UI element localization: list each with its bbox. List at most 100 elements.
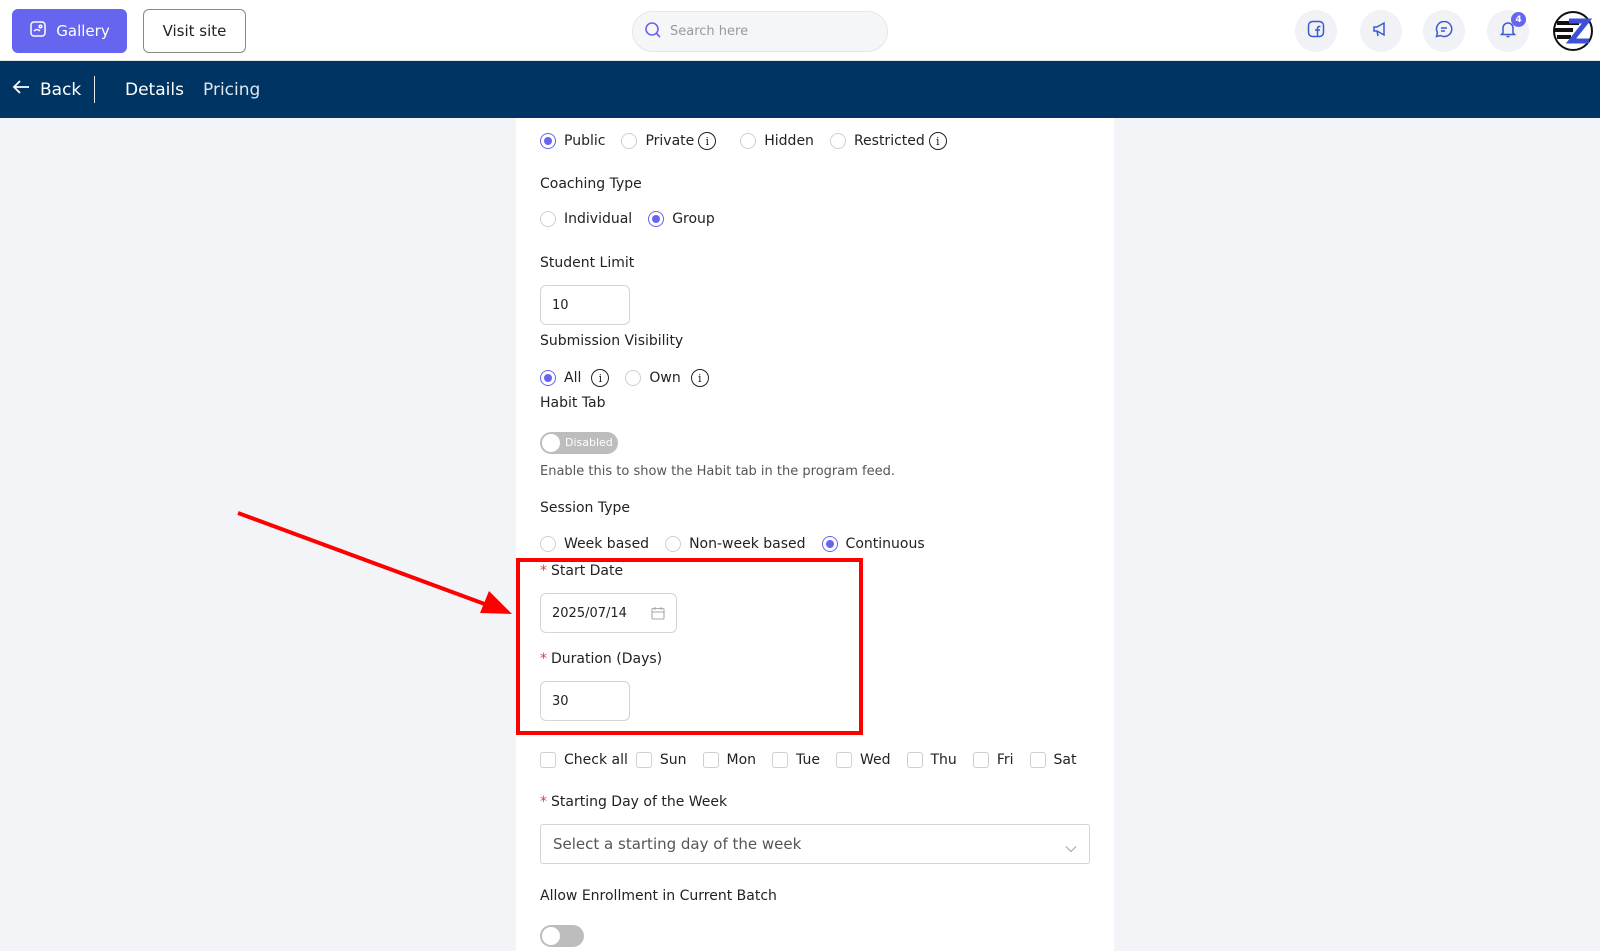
nav-divider xyxy=(94,76,95,103)
session-week-based-label: Week based xyxy=(564,536,650,552)
day-sun-label: Sun xyxy=(659,752,687,768)
coaching-group-label: Group xyxy=(672,211,715,227)
profile-avatar[interactable] xyxy=(1553,11,1593,51)
back-label: Back xyxy=(40,79,82,100)
info-icon[interactable]: i xyxy=(928,132,947,150)
radio-all[interactable] xyxy=(540,370,556,386)
announcement-button[interactable] xyxy=(1360,10,1402,52)
checkbox-thu[interactable] xyxy=(906,752,923,768)
top-bar: Gallery Visit site Search here 4 xyxy=(0,0,1600,61)
radio-group[interactable] xyxy=(648,211,665,227)
notifications-button[interactable]: 4 xyxy=(1487,10,1529,52)
megaphone-icon xyxy=(1371,19,1391,43)
visit-site-button[interactable]: Visit site xyxy=(143,9,246,53)
day-fri[interactable]: Fri xyxy=(972,752,1014,768)
checkbox-sat[interactable] xyxy=(1029,752,1046,768)
session-continuous[interactable]: Continuous xyxy=(821,536,925,552)
check-all[interactable]: Check all xyxy=(540,752,628,768)
visibility-public-label: Public xyxy=(564,133,606,149)
chevron-down-icon xyxy=(1065,839,1077,857)
visibility-restricted[interactable]: Restricted i xyxy=(829,132,947,150)
back-button[interactable]: Back xyxy=(12,61,81,118)
visibility-hidden-label: Hidden xyxy=(764,133,814,149)
info-icon[interactable]: i xyxy=(690,369,709,387)
coaching-group[interactable]: Group xyxy=(648,211,715,227)
radio-individual[interactable] xyxy=(540,211,556,227)
radio-hidden[interactable] xyxy=(740,133,757,149)
checkbox-check-all[interactable] xyxy=(540,752,556,768)
messages-button[interactable] xyxy=(1423,10,1465,52)
visibility-private[interactable]: Private i xyxy=(621,132,717,150)
allow-enrollment-toggle[interactable] xyxy=(540,925,584,947)
visibility-hidden[interactable]: Hidden xyxy=(740,133,814,149)
day-mon[interactable]: Mon xyxy=(702,752,757,768)
notification-badge: 4 xyxy=(1511,12,1526,27)
session-week-based[interactable]: Week based xyxy=(540,536,649,552)
toggle-knob xyxy=(542,434,560,452)
day-sat[interactable]: Sat xyxy=(1029,752,1076,768)
tab-details[interactable]: Details xyxy=(125,61,184,118)
submission-own[interactable]: Own i xyxy=(625,369,709,387)
day-thu[interactable]: Thu xyxy=(906,752,957,768)
radio-private[interactable] xyxy=(621,133,638,149)
day-wed[interactable]: Wed xyxy=(835,752,891,768)
check-all-label: Check all xyxy=(564,752,628,768)
gallery-button[interactable]: Gallery xyxy=(12,9,127,53)
day-sun[interactable]: Sun xyxy=(635,752,687,768)
info-icon[interactable]: i xyxy=(698,132,717,150)
session-type-label: Session Type xyxy=(540,500,631,516)
form-panel: Public Private i Hidden Restricted i Coa… xyxy=(516,118,1114,951)
facebook-button[interactable] xyxy=(1295,10,1337,52)
gallery-icon xyxy=(29,20,47,42)
visibility-public[interactable]: Public xyxy=(540,133,605,149)
day-tue-label: Tue xyxy=(796,752,820,768)
habit-tab-hint: Enable this to show the Habit tab in the… xyxy=(540,464,895,479)
checkbox-mon[interactable] xyxy=(702,752,719,768)
session-non-week-based[interactable]: Non-week based xyxy=(665,536,806,552)
sub-nav-bar: Back Details Pricing xyxy=(0,61,1600,118)
submission-all[interactable]: All i xyxy=(540,369,610,387)
gallery-button-label: Gallery xyxy=(56,22,110,40)
coaching-type-radio-group: Individual Group xyxy=(540,209,715,229)
starting-day-select[interactable]: Select a starting day of the week xyxy=(540,824,1090,864)
submission-visibility-radio-group: All i Own i xyxy=(540,368,709,388)
annotation-highlight-box xyxy=(516,558,863,735)
radio-public[interactable] xyxy=(540,133,556,149)
submission-own-label: Own xyxy=(649,370,681,386)
day-mon-label: Mon xyxy=(726,752,757,768)
session-continuous-label: Continuous xyxy=(845,536,925,552)
student-limit-label: Student Limit xyxy=(540,255,635,271)
day-tue[interactable]: Tue xyxy=(772,752,820,768)
tab-pricing[interactable]: Pricing xyxy=(203,61,260,118)
submission-all-label: All xyxy=(564,370,582,386)
radio-restricted[interactable] xyxy=(829,133,846,149)
habit-tab-toggle-label: Disabled xyxy=(565,436,613,449)
checkbox-tue[interactable] xyxy=(772,752,789,768)
checkbox-wed[interactable] xyxy=(835,752,852,768)
coaching-individual[interactable]: Individual xyxy=(540,211,632,227)
day-wed-label: Wed xyxy=(859,752,891,768)
checkbox-sun[interactable] xyxy=(635,752,652,768)
radio-continuous[interactable] xyxy=(821,536,838,552)
search-input[interactable] xyxy=(670,24,870,39)
visibility-restricted-label: Restricted xyxy=(853,133,925,149)
coaching-individual-label: Individual xyxy=(564,211,633,227)
student-limit-value: 10 xyxy=(552,297,569,313)
student-limit-input[interactable]: 10 xyxy=(540,285,630,325)
starting-day-label-text: Starting Day of the Week xyxy=(551,794,728,810)
radio-own[interactable] xyxy=(625,370,642,386)
starting-day-label: * Starting Day of the Week xyxy=(540,794,727,810)
allow-enrollment-label: Allow Enrollment in Current Batch xyxy=(540,888,777,904)
brand-logo-icon xyxy=(1553,11,1593,51)
info-icon[interactable]: i xyxy=(591,369,610,387)
coaching-type-label: Coaching Type xyxy=(540,176,642,192)
habit-tab-label: Habit Tab xyxy=(540,395,606,411)
starting-day-placeholder: Select a starting day of the week xyxy=(553,835,802,853)
visibility-radio-group: Public Private i Hidden Restricted i xyxy=(540,131,947,151)
session-non-week-based-label: Non-week based xyxy=(689,536,806,552)
habit-tab-toggle[interactable]: Disabled xyxy=(540,432,618,454)
day-thu-label: Thu xyxy=(930,752,957,768)
radio-week-based[interactable] xyxy=(540,536,556,552)
radio-non-week-based[interactable] xyxy=(665,536,682,552)
checkbox-fri[interactable] xyxy=(972,752,989,768)
